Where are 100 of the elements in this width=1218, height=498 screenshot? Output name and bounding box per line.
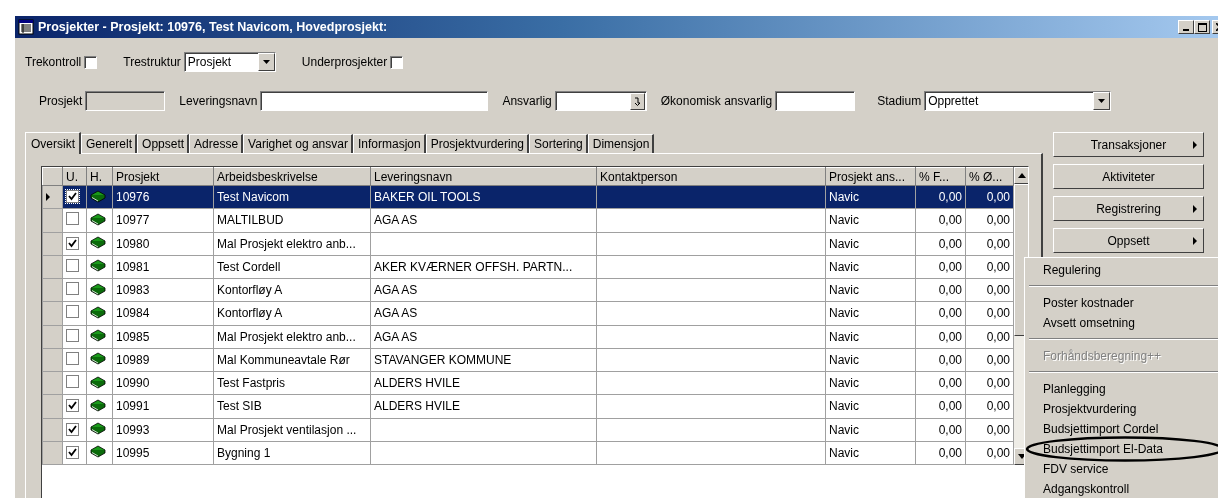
checkbox[interactable]	[66, 351, 79, 365]
menu-item[interactable]: FDV service	[1025, 459, 1218, 479]
checkbox[interactable]	[66, 328, 79, 342]
table-cell: 0,00	[965, 325, 1014, 349]
table-cell: Kontorfløy A	[213, 278, 371, 302]
tab[interactable]: Dimensjon	[587, 134, 655, 153]
column-header[interactable]: % Ø...	[965, 167, 1014, 186]
menu-item[interactable]: Regulering	[1025, 260, 1218, 280]
checkbox[interactable]	[66, 422, 79, 436]
column-header[interactable]: Prosjekt ans...	[825, 167, 916, 186]
table-row[interactable]: 10985 Mal Prosjekt elektro anb... AGA AS Navic 0,00 0,00	[42, 325, 1014, 349]
tab[interactable]: Sortering	[529, 134, 588, 153]
table-cell: 0,00	[915, 418, 966, 442]
table-cell: BAKER OIL TOOLS	[370, 185, 597, 209]
column-header[interactable]: H.	[86, 167, 113, 186]
table-cell: Navic	[825, 278, 916, 302]
column-header[interactable]: Arbeidsbeskrivelse	[213, 167, 371, 186]
menu-item[interactable]: Planlegging	[1025, 379, 1218, 399]
table-row[interactable]: 10984 Kontorfløy A AGA AS Navic 0,00 0,00	[42, 301, 1014, 325]
table-row[interactable]: 10976 Test Navicom BAKER OIL TOOLS Navic 0,00 0,00	[42, 185, 1014, 209]
book-icon	[90, 258, 106, 273]
checkbox[interactable]	[66, 375, 79, 389]
checkbox[interactable]	[66, 258, 79, 272]
table-cell: 0,00	[965, 278, 1014, 302]
table-cell: AGA AS	[370, 208, 597, 232]
tab[interactable]: Generelt	[81, 134, 138, 153]
table-row[interactable]: 10990 Test Fastpris ALDERS HVILE Navic 0,00 0,00	[42, 371, 1014, 395]
menu-item[interactable]: Adgangskontroll	[1025, 479, 1218, 498]
column-header[interactable]: Prosjekt	[112, 167, 214, 186]
menu-button[interactable]: Registrering	[1053, 196, 1204, 221]
checkbox[interactable]	[66, 236, 79, 250]
checkbox[interactable]	[66, 399, 79, 413]
table-cell: 0,00	[915, 301, 966, 325]
table-cell: 10977	[112, 208, 214, 232]
column-header[interactable]: Leveringsnavn	[370, 167, 597, 186]
tab[interactable]: Oversikt	[25, 132, 81, 154]
tab[interactable]: Oppsett	[137, 134, 190, 153]
table-cell: AGA AS	[370, 301, 597, 325]
column-header[interactable]: U.	[62, 167, 87, 186]
scroll-up-icon[interactable]	[1018, 173, 1026, 178]
checkbox[interactable]	[84, 55, 98, 69]
minimize-button[interactable]	[1178, 20, 1194, 34]
table-cell: 0,00	[965, 371, 1014, 395]
tab[interactable]: Prosjektvurdering	[425, 134, 530, 153]
table-row[interactable]: 10981 Test Cordell AKER KVÆRNER OFFSH. PARTN... Navic 0,00 0,00	[42, 255, 1014, 279]
table-cell: 0,00	[965, 301, 1014, 325]
tab[interactable]: Informasjon	[352, 134, 426, 153]
menu-button[interactable]: Transaksjoner	[1053, 132, 1204, 157]
maximize-button[interactable]	[1194, 20, 1210, 34]
table-cell: Navic	[825, 301, 916, 325]
checkbox[interactable]	[66, 282, 79, 296]
field-label: Underprosjekter	[301, 55, 388, 69]
table-cell: Mal Kommuneavtale Rør	[213, 348, 371, 372]
dropdown[interactable]: Prosjekt	[183, 52, 276, 72]
table-row[interactable]: 10993 Mal Prosjekt ventilasjon ... Navic 0,00 0,00	[42, 418, 1014, 442]
table-row[interactable]: 10977 MALTILBUD AGA AS Navic 0,00 0,00	[42, 208, 1014, 232]
checkbox[interactable]	[66, 190, 79, 204]
table-cell: Mal Prosjekt elektro anb...	[213, 232, 371, 256]
book-icon	[90, 374, 106, 389]
table-cell: Navic	[825, 232, 916, 256]
menu-item[interactable]: Budsjettimport Cordel	[1025, 419, 1218, 439]
table-cell: AGA AS	[370, 325, 597, 349]
table-cell: Navic	[825, 255, 916, 279]
table-cell: 10980	[112, 232, 214, 256]
lookup-field[interactable]	[554, 91, 647, 111]
checkbox[interactable]	[66, 305, 79, 319]
book-icon	[90, 211, 106, 226]
window-title: Prosjekter - Prosjekt: 10976, Test Navicom, Hovedprosjekt:	[38, 20, 388, 34]
column-header[interactable]: Kontaktperson	[596, 167, 826, 186]
checkbox[interactable]	[390, 55, 404, 69]
menu-item[interactable]: Avsett omsetning	[1025, 313, 1218, 333]
column-header[interactable]: % F...	[915, 167, 966, 186]
input-field[interactable]	[775, 91, 856, 111]
menu-item[interactable]: Poster kostnader	[1025, 293, 1218, 313]
menu-item[interactable]: Prosjektvurdering	[1025, 399, 1218, 419]
table-cell: 0,00	[965, 255, 1014, 279]
menu-button[interactable]: Oppsett	[1053, 228, 1204, 253]
book-icon	[90, 328, 106, 343]
table-row[interactable]: 10989 Mal Kommuneavtale Rør STAVANGER KOMMUNE Navic 0,00 0,00	[42, 348, 1014, 372]
tab[interactable]: Varighet og ansvar	[243, 134, 353, 153]
table-cell: Navic	[825, 394, 916, 418]
table-cell: 0,00	[965, 418, 1014, 442]
checkbox[interactable]	[66, 212, 79, 226]
book-icon	[90, 188, 106, 203]
menu-item[interactable]: Budsjettimport El-Data	[1025, 436, 1218, 462]
dropdown[interactable]: Opprettet	[924, 91, 1112, 111]
table-row[interactable]: 10991 Test SIB ALDERS HVILE Navic 0,00 0,00	[42, 394, 1014, 418]
table-cell: Navic	[825, 348, 916, 372]
input-field[interactable]	[260, 91, 489, 111]
menu-button[interactable]: Aktiviteter	[1053, 164, 1204, 189]
book-icon	[90, 444, 106, 459]
table-row[interactable]: 10983 Kontorfløy A AGA AS Navic 0,00 0,00	[42, 278, 1014, 302]
checkbox[interactable]	[66, 445, 79, 459]
table-cell: 10985	[112, 325, 214, 349]
table-row[interactable]: 10995 Bygning 1 Navic 0,00 0,00	[42, 441, 1014, 465]
table-cell: 0,00	[965, 232, 1014, 256]
field-label: Trekontroll	[25, 55, 82, 69]
table-cell: Test Fastpris	[213, 371, 371, 395]
table-row[interactable]: 10980 Mal Prosjekt elektro anb... Navic 0,00 0,00	[42, 232, 1014, 256]
tab[interactable]: Adresse	[189, 134, 244, 153]
